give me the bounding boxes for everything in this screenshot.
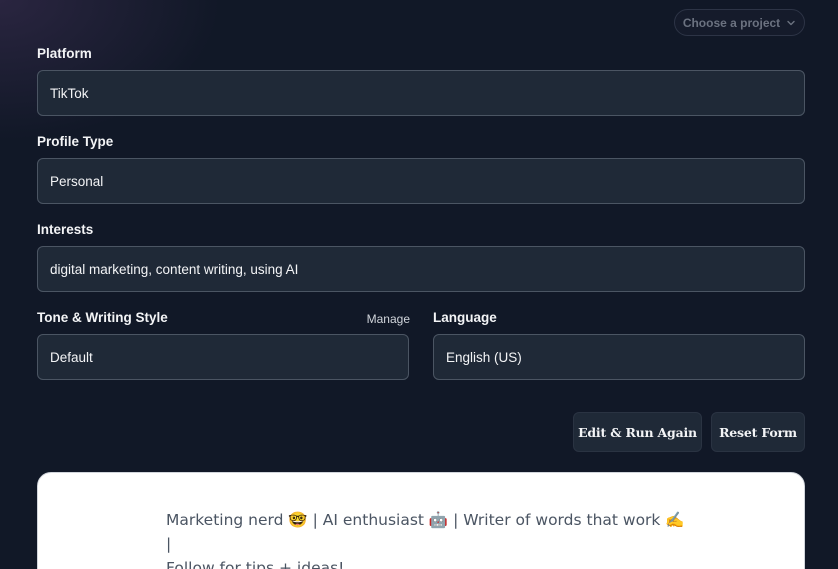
platform-field[interactable]: TikTok (37, 70, 805, 116)
result-card: Marketing nerd 🤓 | AI enthusiast 🤖 | Wri… (37, 472, 805, 569)
manage-tone-link[interactable]: Manage (360, 312, 410, 326)
interests-label: Interests (37, 222, 94, 237)
profile-type-field[interactable]: Personal (37, 158, 805, 204)
project-select-dropdown[interactable]: Choose a project (674, 9, 805, 36)
profile-type-label: Profile Type (37, 134, 114, 149)
tone-label: Tone & Writing Style (37, 310, 168, 325)
edit-run-again-button[interactable]: Edit & Run Again (573, 412, 702, 452)
tone-field[interactable]: Default (37, 334, 409, 380)
result-line-2: Follow for tips + ideas! (166, 559, 345, 569)
result-text: Marketing nerd 🤓 | AI enthusiast 🤖 | Wri… (166, 508, 686, 569)
result-line-1: Marketing nerd 🤓 | AI enthusiast 🤖 | Wri… (166, 511, 685, 553)
reset-form-button[interactable]: Reset Form (711, 412, 805, 452)
language-field[interactable]: English (US) (433, 334, 805, 380)
language-label: Language (433, 310, 497, 325)
chevron-down-icon (787, 20, 795, 25)
project-select-label: Choose a project (682, 15, 781, 30)
platform-label: Platform (37, 46, 92, 61)
interests-field[interactable]: digital marketing, content writing, usin… (37, 246, 805, 292)
